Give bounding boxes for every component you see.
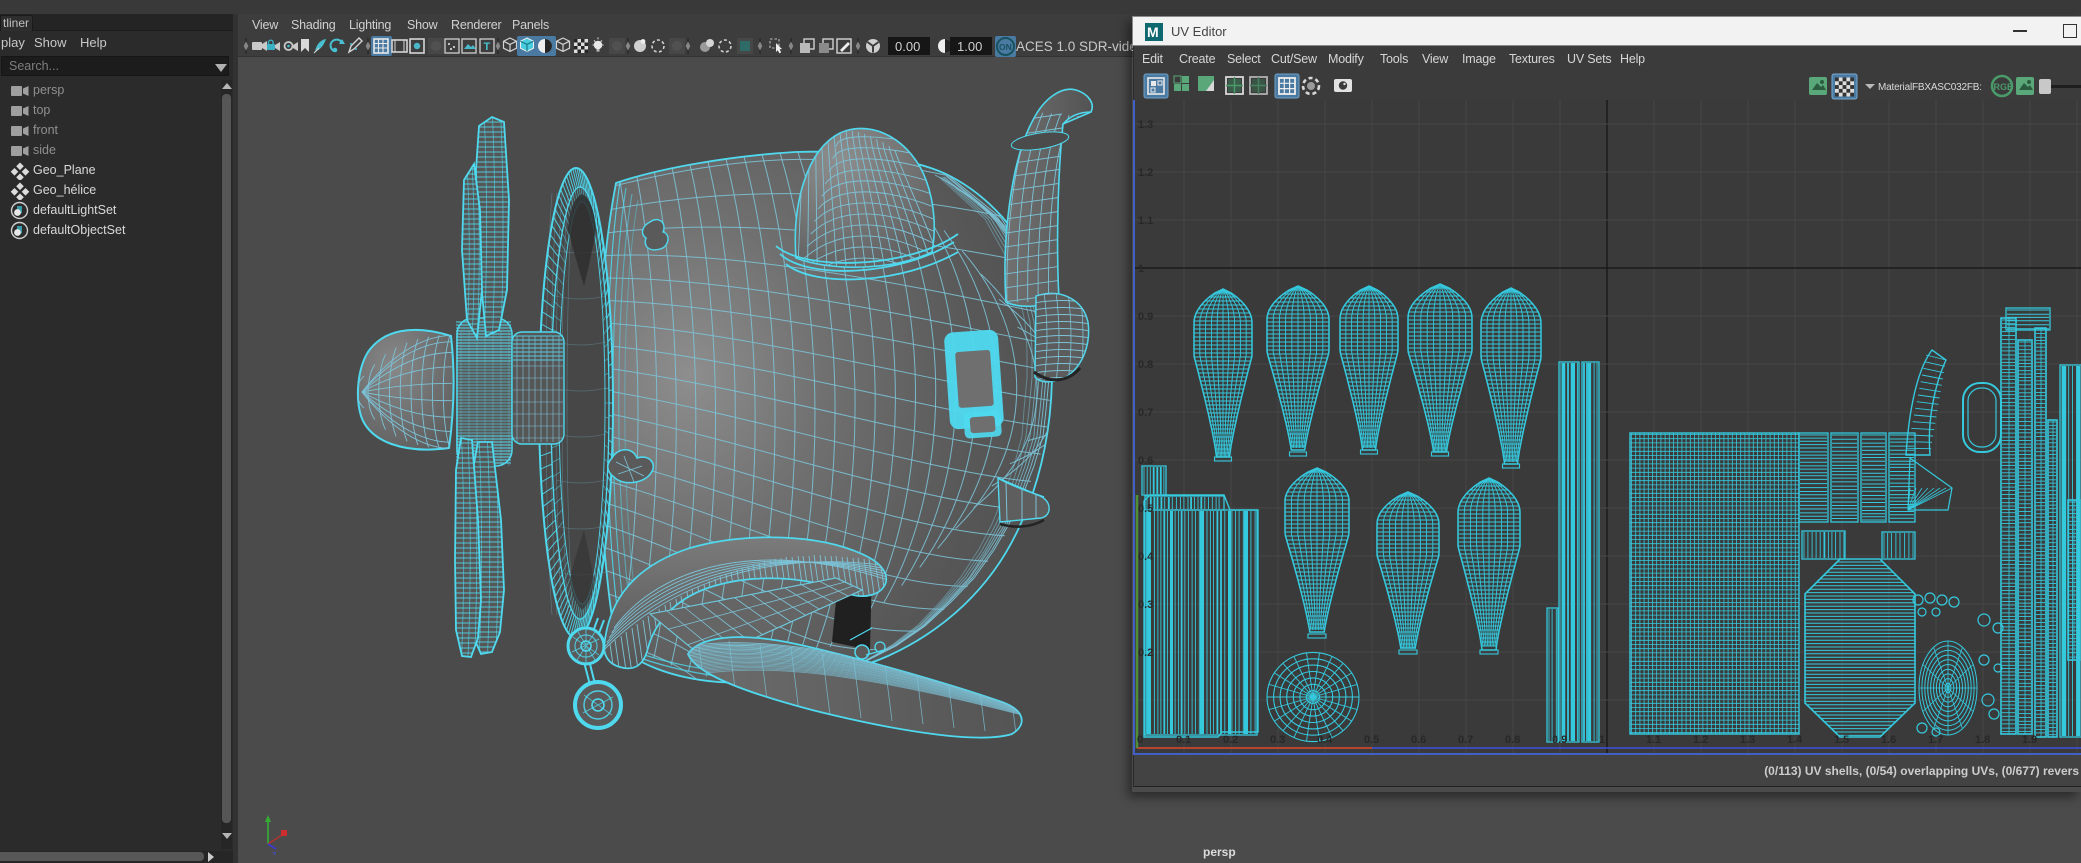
svg-text:0.7: 0.7 [1138, 407, 1153, 419]
svg-text:0.8: 0.8 [1138, 359, 1153, 371]
svg-text:1.3: 1.3 [1138, 119, 1153, 131]
svg-text:1: 1 [1138, 263, 1144, 275]
svg-text:1: 1 [1599, 734, 1605, 746]
svg-text:1.3: 1.3 [1740, 734, 1755, 746]
svg-text:0.9: 0.9 [1552, 734, 1567, 746]
svg-text:0.9: 0.9 [1138, 311, 1153, 323]
svg-text:1.5: 1.5 [1834, 734, 1849, 746]
svg-text:0.1: 0.1 [1176, 734, 1191, 746]
svg-text:0.6: 0.6 [1138, 455, 1153, 467]
svg-text:0.3: 0.3 [1138, 599, 1153, 611]
svg-text:1.7: 1.7 [1928, 734, 1943, 746]
svg-text:0: 0 [1137, 734, 1143, 746]
svg-text:RGB: RGB [1994, 82, 2015, 92]
svg-text:1.1: 1.1 [1646, 734, 1661, 746]
svg-text:0.4: 0.4 [1317, 734, 1333, 746]
svg-text:0.3: 0.3 [1270, 734, 1285, 746]
svg-text:1.4: 1.4 [1787, 734, 1803, 746]
svg-text:0.2: 0.2 [1138, 647, 1153, 659]
svg-text:0.7: 0.7 [1458, 734, 1473, 746]
svg-text:0.8: 0.8 [1505, 734, 1520, 746]
svg-text:MaterialFBXASC032FB:: MaterialFBXASC032FB: [1878, 82, 1982, 93]
svg-text:1.1: 1.1 [1138, 215, 1153, 227]
svg-text:0.6: 0.6 [1411, 734, 1426, 746]
svg-text:1.2: 1.2 [1138, 167, 1153, 179]
svg-text:1.9: 1.9 [2022, 734, 2037, 746]
svg-text:1.2: 1.2 [1693, 734, 1708, 746]
svg-text:z: z [272, 849, 277, 855]
svg-text:0.4: 0.4 [1138, 551, 1154, 563]
svg-text:0.5: 0.5 [1364, 734, 1379, 746]
svg-text:0.5: 0.5 [1138, 503, 1153, 515]
svg-text:1.8: 1.8 [1975, 734, 1990, 746]
svg-text:1.6: 1.6 [1881, 734, 1896, 746]
svg-text:M: M [1147, 24, 1159, 40]
svg-text:0.2: 0.2 [1223, 734, 1238, 746]
